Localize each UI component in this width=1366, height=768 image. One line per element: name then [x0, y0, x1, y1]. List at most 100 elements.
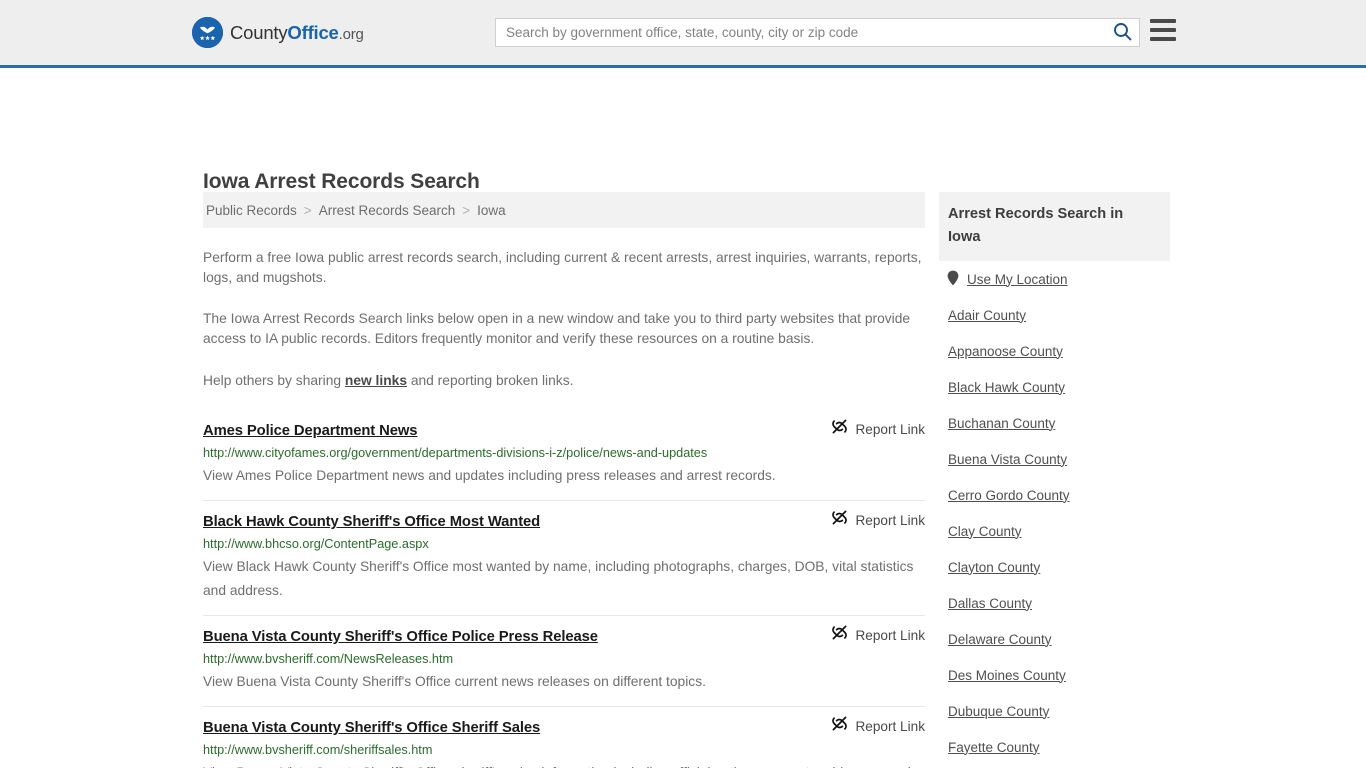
sidebar-item-label: Fayette County: [948, 739, 1040, 755]
sidebar-item-label: Appanoose County: [948, 343, 1063, 359]
site-logo-text: CountyOffice.org: [230, 22, 364, 44]
result-title-link[interactable]: Buena Vista County Sheriff's Office Poli…: [203, 629, 598, 645]
sidebar-county-list: Use My Location Adair County Appanoose Cou…: [939, 261, 1170, 768]
sidebar-item-fayette-county[interactable]: Fayette County: [939, 729, 1170, 765]
sidebar-list-item: Buchanan County: [939, 405, 1170, 441]
sidebar-list-item: Buena Vista County: [939, 441, 1170, 477]
brand-part-org: .org: [338, 25, 364, 43]
sidebar-item-label: Dallas County: [948, 595, 1033, 611]
result-url-link[interactable]: http://www.bvsheriff.com/sheriffsales.ht…: [203, 742, 925, 758]
intro-text-before: Help others by sharing: [203, 373, 345, 388]
intro-paragraph-1: Perform a free Iowa public arrest record…: [203, 250, 922, 285]
sidebar-item-label: Black Hawk County: [948, 379, 1066, 395]
sidebar-list-item: Fayette County: [939, 729, 1170, 765]
sidebar-item-des-moines-county[interactable]: Des Moines County: [939, 657, 1170, 693]
sidebar-list-item: Clayton County: [939, 549, 1170, 585]
breadcrumb-item-public-records[interactable]: Public Records: [206, 203, 297, 218]
result-description: View Buena Vista County Sheriff's Office…: [203, 674, 706, 689]
result-header-row: Buena Vista County Sheriff's Office Poli…: [203, 624, 925, 646]
sidebar-list-item: Use My Location: [939, 261, 1170, 297]
sidebar-item-buena-vista-county[interactable]: Buena Vista County: [939, 441, 1170, 477]
result-url-link[interactable]: http://www.bhcso.org/ContentPage.aspx: [203, 536, 925, 552]
sidebar-item-label: Adair County: [948, 307, 1027, 323]
search-input[interactable]: [496, 19, 1105, 46]
brand-part-county: County: [230, 21, 288, 43]
broken-link-icon: [831, 624, 848, 646]
breadcrumb-item-arrest-records-search[interactable]: Arrest Records Search: [319, 203, 456, 218]
site-header: CountyOffice.org: [0, 0, 1366, 68]
main-content-column: Public Records > Arrest Records Search >…: [203, 192, 925, 768]
broken-link-icon: [831, 418, 848, 440]
breadcrumb: Public Records > Arrest Records Search >…: [203, 192, 925, 228]
sidebar-heading: Arrest Records Search in Iowa: [939, 192, 1170, 261]
sidebar-item-label: Clayton County: [948, 559, 1041, 575]
sidebar-item-dubuque-county[interactable]: Dubuque County: [939, 693, 1170, 729]
intro-paragraph-2: The Iowa Arrest Records Search links bel…: [203, 311, 911, 346]
result-title-link[interactable]: Black Hawk County Sheriff's Office Most …: [203, 514, 540, 530]
sidebar: Arrest Records Search in Iowa Use My Loc…: [939, 192, 1170, 768]
search-button[interactable]: [1105, 19, 1139, 46]
menu-bar-1: [1150, 19, 1176, 23]
sidebar-item-buchanan-county[interactable]: Buchanan County: [939, 405, 1170, 441]
result-header-row: Buena Vista County Sheriff's Office Sher…: [203, 715, 925, 737]
sidebar-list-item: Des Moines County: [939, 657, 1170, 693]
intro-text-after: and reporting broken links.: [407, 373, 574, 388]
sidebar-item-label: Buchanan County: [948, 415, 1056, 431]
report-link-label: Report Link: [855, 421, 925, 437]
results-list: Ames Police Department News Report Link ht…: [203, 410, 925, 768]
menu-bar-2: [1150, 28, 1176, 32]
sidebar-item-label: Dubuque County: [948, 703, 1050, 719]
broken-link-icon: [831, 715, 848, 737]
new-links-link[interactable]: new links: [345, 373, 407, 388]
sidebar-item-appanoose-county[interactable]: Appanoose County: [939, 333, 1170, 369]
sidebar-list-item: Adair County: [939, 297, 1170, 333]
sidebar-item-dallas-county[interactable]: Dallas County: [939, 585, 1170, 621]
sidebar-item-cerro-gordo-county[interactable]: Cerro Gordo County: [939, 477, 1170, 513]
sidebar-item-label: Cerro Gordo County: [948, 487, 1070, 503]
sidebar-item-use-my-location[interactable]: Use My Location: [939, 261, 1170, 297]
result-description: View Black Hawk County Sheriff's Office …: [203, 559, 914, 598]
result-item: Black Hawk County Sheriff's Office Most …: [203, 501, 925, 616]
sidebar-item-label: Delaware County: [948, 631, 1052, 647]
sidebar-item-label: Clay County: [948, 523, 1022, 539]
result-description: View Ames Police Department news and upd…: [203, 468, 776, 483]
sidebar-list-item: Cerro Gordo County: [939, 477, 1170, 513]
result-item: Buena Vista County Sheriff's Office Poli…: [203, 616, 925, 707]
menu-bar-3: [1150, 37, 1176, 41]
breadcrumb-separator: >: [303, 202, 312, 218]
result-title-link[interactable]: Buena Vista County Sheriff's Office Sher…: [203, 720, 540, 736]
result-description: View Buena Vista County Sheriff's Office…: [203, 761, 925, 768]
sidebar-item-label: Buena Vista County: [948, 451, 1068, 467]
sidebar-list-item: Clay County: [939, 513, 1170, 549]
result-url-link[interactable]: http://www.cityofames.org/government/dep…: [203, 445, 925, 461]
sidebar-item-clayton-county[interactable]: Clayton County: [939, 549, 1170, 585]
report-link-button[interactable]: Report Link: [831, 509, 925, 531]
brand-part-office: Office: [287, 21, 339, 43]
site-logo-link[interactable]: CountyOffice.org: [192, 17, 364, 48]
sidebar-item-adair-county[interactable]: Adair County: [939, 297, 1170, 333]
page-title: Iowa Arrest Records Search: [203, 170, 480, 194]
intro-paragraph-3: Help others by sharing new links and rep…: [203, 371, 925, 391]
result-url-link[interactable]: http://www.bvsheriff.com/NewsReleases.ht…: [203, 651, 925, 667]
result-header-row: Ames Police Department News Report Link: [203, 418, 925, 440]
sidebar-list-item: Appanoose County: [939, 333, 1170, 369]
result-item: Ames Police Department News Report Link ht…: [203, 410, 925, 501]
sidebar-item-label: Use My Location: [967, 271, 1068, 287]
sidebar-item-delaware-county[interactable]: Delaware County: [939, 621, 1170, 657]
county-office-logo-icon: [192, 17, 223, 48]
report-link-button[interactable]: Report Link: [831, 624, 925, 646]
result-item: Buena Vista County Sheriff's Office Sher…: [203, 707, 925, 768]
sidebar-list-item: Black Hawk County: [939, 369, 1170, 405]
breadcrumb-item-iowa[interactable]: Iowa: [477, 203, 506, 218]
result-title-link[interactable]: Ames Police Department News: [203, 423, 418, 439]
hamburger-menu-icon[interactable]: [1150, 19, 1176, 41]
result-header-row: Black Hawk County Sheriff's Office Most …: [203, 509, 925, 531]
report-link-label: Report Link: [855, 627, 925, 643]
report-link-button[interactable]: Report Link: [831, 715, 925, 737]
report-link-button[interactable]: Report Link: [831, 418, 925, 440]
breadcrumb-separator: >: [462, 202, 471, 218]
sidebar-item-clay-county[interactable]: Clay County: [939, 513, 1170, 549]
sidebar-item-black-hawk-county[interactable]: Black Hawk County: [939, 369, 1170, 405]
search-icon: [1113, 22, 1132, 44]
search-bar[interactable]: [495, 18, 1140, 47]
